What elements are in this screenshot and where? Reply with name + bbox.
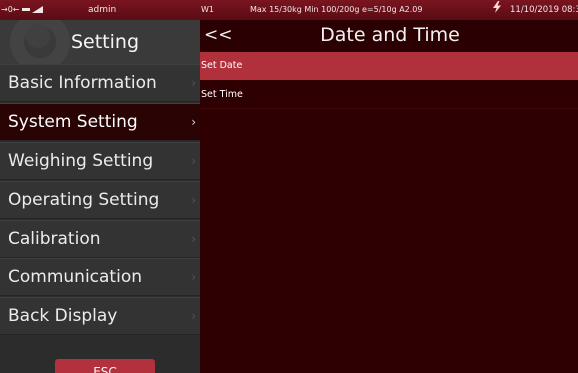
- sidebar-item-label: System Setting: [8, 112, 138, 132]
- set-time-option[interactable]: Set Time: [200, 81, 578, 109]
- esc-button[interactable]: ESC: [55, 359, 155, 373]
- chevron-right-icon: ›: [191, 115, 196, 129]
- page-title: Date and Time: [320, 24, 460, 46]
- sidebar-item-system-setting[interactable]: System Setting ›: [0, 103, 200, 141]
- chevron-right-icon: ›: [191, 232, 196, 246]
- lightning-bolt-icon: [493, 0, 501, 20]
- sidebar-item-label: Operating Setting: [8, 190, 160, 210]
- scale-label: W1: [201, 5, 214, 14]
- chevron-right-icon: ›: [191, 270, 196, 284]
- chevron-right-icon: ›: [191, 154, 196, 168]
- zero-indicator: →0←: [1, 0, 53, 20]
- chevron-right-icon: ›: [191, 193, 196, 207]
- sidebar-item-basic-information[interactable]: Basic Information ›: [0, 64, 200, 102]
- sidebar-item-communication[interactable]: Communication ›: [0, 258, 200, 296]
- sidebar-header: Setting: [0, 20, 200, 64]
- settings-sidebar: Setting Basic Information › System Setti…: [0, 20, 200, 373]
- sidebar-item-back-display[interactable]: Back Display ›: [0, 297, 200, 335]
- main-panel: << Date and Time Set Date Set Time: [200, 20, 578, 373]
- set-date-option[interactable]: Set Date: [200, 52, 578, 80]
- zero-indicator-text: →0←: [1, 5, 20, 14]
- scale-spec: Max 15/30kg Min 100/200g e=5/10g A2.09: [250, 5, 423, 14]
- user-label: admin: [88, 5, 117, 15]
- status-bar: →0← admin W1 Max 15/30kg Min 100/200g e=…: [0, 0, 578, 20]
- stable-indicator-icon: [21, 8, 30, 11]
- sidebar-item-weighing-setting[interactable]: Weighing Setting ›: [0, 142, 200, 180]
- sidebar-item-label: Weighing Setting: [8, 151, 154, 171]
- back-button[interactable]: <<: [204, 20, 233, 51]
- sidebar-item-calibration[interactable]: Calibration ›: [0, 220, 200, 258]
- date-time-display: 11/10/2019 08:39: [510, 5, 578, 15]
- stable-triangle-icon: [31, 6, 43, 13]
- sidebar-item-label: Calibration: [8, 229, 101, 249]
- sidebar-title: Setting: [70, 31, 140, 53]
- sidebar-item-label: Back Display: [8, 306, 118, 326]
- chevron-right-icon: ›: [191, 76, 196, 90]
- sidebar-item-label: Communication: [8, 267, 142, 287]
- chevron-right-icon: ›: [191, 309, 196, 323]
- sidebar-item-operating-setting[interactable]: Operating Setting ›: [0, 181, 200, 219]
- main-header: << Date and Time: [200, 20, 578, 52]
- sidebar-item-label: Basic Information: [8, 73, 157, 93]
